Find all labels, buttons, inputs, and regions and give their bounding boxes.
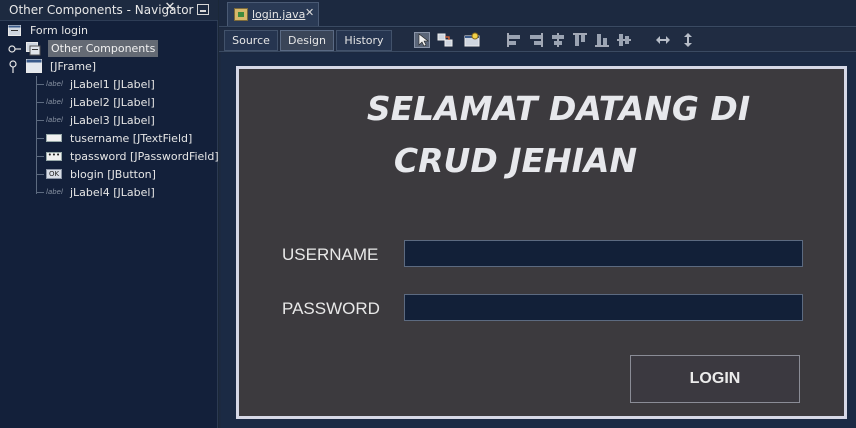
connection-mode-icon[interactable] (437, 32, 453, 48)
tree-node-label: tusername [JTextField] (70, 132, 193, 145)
collapse-toggle-icon[interactable] (8, 60, 18, 74)
label-icon: label (46, 98, 63, 106)
tree-node-label: jLabel2 [JLabel] (70, 96, 155, 109)
button-icon: OK (46, 169, 62, 179)
username-field[interactable] (404, 240, 803, 267)
design-toolbar: Source Design History (219, 28, 856, 52)
editor-tab-bar: login.java ✕ (219, 0, 856, 27)
file-tab-login-java[interactable]: login.java ✕ (227, 2, 319, 26)
close-icon[interactable]: ✕ (305, 6, 314, 19)
passwordfield-icon: ••• (46, 151, 62, 161)
tab-design[interactable]: Design (280, 30, 334, 51)
center-vertical-icon[interactable] (616, 32, 632, 48)
label-icon: label (46, 80, 63, 88)
preview-design-icon[interactable] (464, 32, 480, 48)
tab-source[interactable]: Source (224, 30, 278, 51)
jframe-form: SELAMAT DATANG DI CRUD JEHIAN USERNAME P… (236, 66, 847, 419)
tree-connector (36, 192, 44, 193)
java-form-icon (234, 8, 248, 21)
username-label: USERNAME (282, 245, 379, 264)
align-right-icon[interactable] (528, 32, 544, 48)
align-top-icon[interactable] (572, 32, 588, 48)
tree-guide-line (36, 76, 37, 194)
tree-connector (36, 120, 44, 121)
textfield-icon (46, 134, 62, 142)
password-label: PASSWORD (282, 299, 380, 318)
navigator-panel: Other Components - Navigator ✕ Form logi… (0, 0, 219, 428)
login-button[interactable]: LOGIN (630, 355, 800, 403)
tree-connector (36, 138, 44, 139)
close-icon[interactable]: ✕ (163, 0, 177, 15)
file-tab-label: login.java (252, 8, 306, 21)
tree-connector (36, 156, 44, 157)
tree-node-label: jLabel4 [JLabel] (70, 186, 155, 199)
title-line-1: SELAMAT DATANG DI (366, 89, 751, 128)
align-bottom-icon[interactable] (594, 32, 610, 48)
label-icon: label (46, 116, 63, 124)
tree-node-label: [JFrame] (50, 60, 97, 73)
tree-node-label: blogin [JButton] (70, 168, 156, 181)
form-icon (8, 25, 21, 36)
title-line-2: CRUD JEHIAN (393, 141, 638, 180)
design-canvas: SELAMAT DATANG DI CRUD JEHIAN USERNAME P… (221, 53, 856, 428)
expand-toggle-icon[interactable] (8, 44, 22, 54)
tree-node-label: tpassword [JPasswordField] (70, 150, 219, 163)
tree-node-label: Form login (30, 24, 89, 37)
jframe-icon (26, 59, 42, 73)
ide-window: Other Components - Navigator ✕ Form logi… (0, 0, 856, 428)
components-folder-icon (26, 42, 41, 56)
editor-area: login.java ✕ Source Design History SELAM… (219, 0, 856, 428)
minimize-icon[interactable] (197, 4, 209, 15)
align-left-icon[interactable] (506, 32, 522, 48)
tab-history[interactable]: History (336, 30, 392, 51)
tree-connector (36, 84, 44, 85)
label-icon: label (46, 188, 63, 196)
tree-connector (36, 102, 44, 103)
password-field[interactable] (404, 294, 803, 321)
resize-vertical-icon[interactable] (680, 32, 696, 48)
navigator-header: Other Components - Navigator ✕ (0, 0, 218, 21)
resize-horizontal-icon[interactable] (655, 32, 671, 48)
tree-node-label: Other Components (48, 40, 159, 57)
tree-connector (36, 174, 44, 175)
center-horizontal-icon[interactable] (550, 32, 566, 48)
tree-node-label: jLabel1 [JLabel] (70, 78, 155, 91)
selection-mode-icon[interactable] (414, 32, 430, 48)
tree-node-label: jLabel3 [JLabel] (70, 114, 155, 127)
